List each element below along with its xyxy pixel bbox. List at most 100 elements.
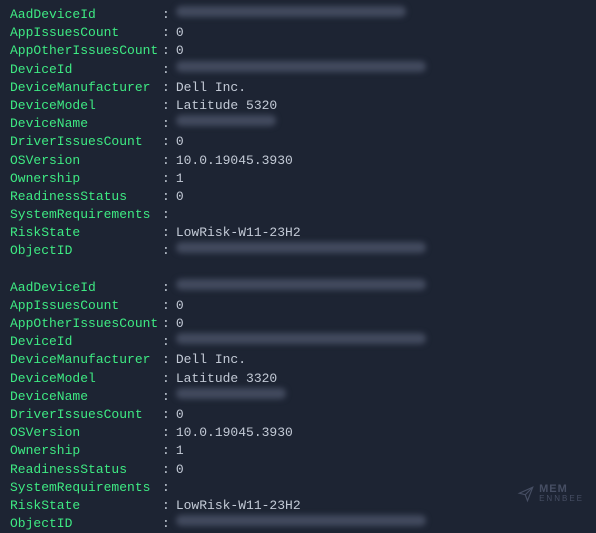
property-row: DriverIssuesCount:0 [10, 133, 586, 151]
colon-separator: : [162, 370, 170, 388]
property-value: 10.0.19045.3930 [176, 424, 293, 442]
property-row: Ownership:1 [10, 170, 586, 188]
property-row: AppIssuesCount:0 [10, 24, 586, 42]
colon-separator: : [162, 279, 170, 297]
property-key: RiskState [10, 224, 162, 242]
property-row: DeviceName: [10, 388, 586, 406]
property-row: DeviceManufacturer: Dell Inc. [10, 351, 586, 369]
property-value: LowRisk-W11-23H2 [176, 497, 301, 515]
property-value: Dell Inc. [176, 79, 246, 97]
property-row: ReadinessStatus:0 [10, 461, 586, 479]
property-key: DeviceName [10, 115, 162, 133]
property-row: AppOtherIssuesCount:0 [10, 42, 586, 60]
redacted-value [176, 333, 426, 344]
colon-separator: : [162, 188, 170, 206]
colon-separator: : [162, 297, 170, 315]
property-value: 0 [176, 24, 184, 42]
property-value: 0 [176, 406, 184, 424]
property-key: DeviceManufacturer [10, 351, 162, 369]
colon-separator: : [162, 61, 170, 79]
property-key: ReadinessStatus [10, 188, 162, 206]
redacted-value [176, 242, 426, 253]
property-key: DeviceId [10, 61, 162, 79]
colon-separator: : [162, 461, 170, 479]
console-output: AadDeviceId:AppIssuesCount:0AppOtherIssu… [10, 6, 586, 533]
property-key: AadDeviceId [10, 6, 162, 24]
property-row: DeviceId: [10, 61, 586, 79]
property-key: AppOtherIssuesCount [10, 42, 162, 60]
watermark-bottom: ENNBEE [539, 495, 584, 502]
colon-separator: : [162, 115, 170, 133]
property-key: AadDeviceId [10, 279, 162, 297]
record: AadDeviceId:AppIssuesCount:0AppOtherIssu… [10, 6, 586, 261]
colon-separator: : [162, 351, 170, 369]
property-row: DeviceModel:Latitude 5320 [10, 97, 586, 115]
property-row: OSVersion:10.0.19045.3930 [10, 424, 586, 442]
property-row: SystemRequirements: [10, 479, 586, 497]
colon-separator: : [162, 24, 170, 42]
property-value: Dell Inc. [176, 351, 246, 369]
property-key: Ownership [10, 442, 162, 460]
property-value: 1 [176, 170, 184, 188]
property-key: SystemRequirements [10, 479, 162, 497]
property-key: DeviceName [10, 388, 162, 406]
property-row: OSVersion:10.0.19045.3930 [10, 152, 586, 170]
colon-separator: : [162, 515, 170, 533]
property-row: DeviceManufacturer: Dell Inc. [10, 79, 586, 97]
colon-separator: : [162, 406, 170, 424]
property-key: AppOtherIssuesCount [10, 315, 162, 333]
colon-separator: : [162, 479, 170, 497]
property-key: DriverIssuesCount [10, 406, 162, 424]
property-key: OSVersion [10, 424, 162, 442]
property-key: DeviceId [10, 333, 162, 351]
property-value: 0 [176, 461, 184, 479]
redacted-value [176, 61, 426, 72]
redacted-value [176, 115, 276, 126]
property-row: DeviceName: [10, 115, 586, 133]
colon-separator: : [162, 333, 170, 351]
property-value: 0 [176, 315, 184, 333]
property-key: DeviceModel [10, 370, 162, 388]
paper-plane-icon [517, 485, 535, 503]
property-row: RiskState: LowRisk-W11-23H2 [10, 497, 586, 515]
colon-separator: : [162, 152, 170, 170]
colon-separator: : [162, 133, 170, 151]
colon-separator: : [162, 315, 170, 333]
property-value: 0 [176, 188, 184, 206]
property-value: LowRisk-W11-23H2 [176, 224, 301, 242]
colon-separator: : [162, 224, 170, 242]
property-row: ObjectID: [10, 242, 586, 260]
colon-separator: : [162, 424, 170, 442]
property-value: Latitude 3320 [176, 370, 277, 388]
colon-separator: : [162, 42, 170, 60]
colon-separator: : [162, 79, 170, 97]
property-row: AppOtherIssuesCount:0 [10, 315, 586, 333]
property-row: DriverIssuesCount:0 [10, 406, 586, 424]
property-key: AppIssuesCount [10, 297, 162, 315]
property-row: AadDeviceId: [10, 279, 586, 297]
colon-separator: : [162, 497, 170, 515]
colon-separator: : [162, 442, 170, 460]
property-row: AadDeviceId: [10, 6, 586, 24]
property-row: AppIssuesCount:0 [10, 297, 586, 315]
property-key: RiskState [10, 497, 162, 515]
colon-separator: : [162, 97, 170, 115]
property-key: AppIssuesCount [10, 24, 162, 42]
property-value: 0 [176, 297, 184, 315]
property-row: DeviceModel: Latitude 3320 [10, 370, 586, 388]
redacted-value [176, 6, 406, 17]
property-key: ReadinessStatus [10, 461, 162, 479]
property-key: DriverIssuesCount [10, 133, 162, 151]
property-value: 0 [176, 133, 184, 151]
property-row: RiskState: LowRisk-W11-23H2 [10, 224, 586, 242]
property-value: Latitude 5320 [176, 97, 277, 115]
property-key: ObjectID [10, 242, 162, 260]
property-key: Ownership [10, 170, 162, 188]
redacted-value [176, 515, 426, 526]
property-key: DeviceManufacturer [10, 79, 162, 97]
property-row: ReadinessStatus:0 [10, 188, 586, 206]
colon-separator: : [162, 206, 170, 224]
property-key: SystemRequirements [10, 206, 162, 224]
redacted-value [176, 279, 426, 290]
property-value: 10.0.19045.3930 [176, 152, 293, 170]
